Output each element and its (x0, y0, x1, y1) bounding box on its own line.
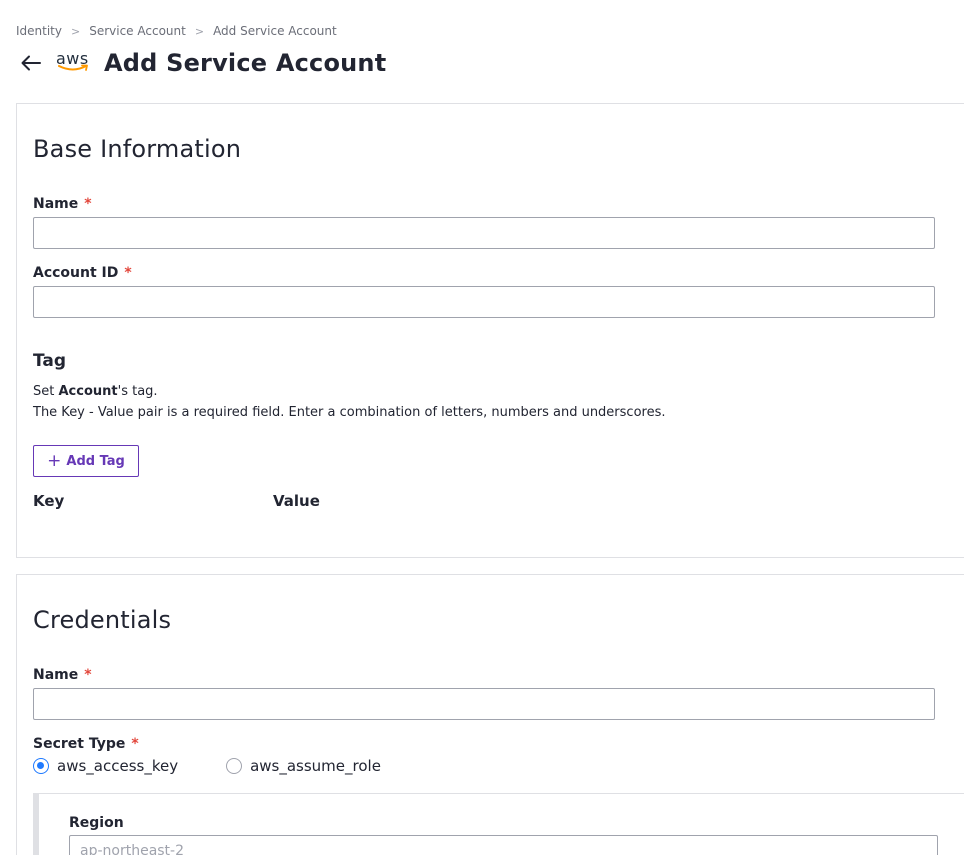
arrow-left-icon (21, 55, 41, 71)
back-button[interactable] (16, 48, 46, 78)
account-id-label-text: Account ID (33, 265, 119, 281)
required-mark: * (124, 265, 132, 281)
tag-desc-prefix: Set (33, 384, 59, 399)
region-input[interactable] (69, 835, 938, 855)
aws-smile-icon (58, 64, 88, 71)
name-label-text: Name (33, 196, 79, 212)
account-id-label: Account ID * (33, 265, 132, 281)
tag-description-line1: Set Account's tag. (33, 381, 666, 402)
secret-type-label: Secret Type * (33, 736, 139, 752)
radio-label-aws-assume-role: aws_assume_role (250, 757, 381, 775)
tag-description: Set Account's tag. The Key - Value pair … (33, 381, 666, 423)
tag-title: Tag (33, 351, 67, 371)
radio-aws-assume-role[interactable]: aws_assume_role (226, 757, 381, 775)
tag-column-value: Value (273, 492, 320, 510)
credential-name-label-text: Name (33, 667, 79, 683)
base-information-title: Base Information (33, 135, 242, 163)
tag-desc-suffix: 's tag. (117, 384, 158, 399)
breadcrumb-item-identity[interactable]: Identity (16, 24, 62, 38)
radio-label-aws-access-key: aws_access_key (57, 757, 179, 775)
account-id-input[interactable] (33, 286, 935, 318)
tag-desc-bold: Account (58, 384, 118, 399)
name-label: Name * (33, 196, 92, 212)
tag-column-key: Key (33, 492, 65, 510)
base-information-card: Base Information Name * Account ID * Tag S… (16, 103, 964, 558)
page-title: Add Service Account (104, 49, 387, 77)
region-label: Region (69, 815, 124, 831)
required-mark: * (84, 667, 92, 683)
required-mark: * (84, 196, 92, 212)
credentials-card: Credentials Name * Secret Type * aws_acces… (16, 574, 964, 855)
name-input[interactable] (33, 217, 935, 249)
credentials-title: Credentials (33, 606, 172, 634)
access-key-panel: Region (33, 793, 964, 855)
credential-name-label: Name * (33, 667, 92, 683)
radio-unchecked-icon[interactable] (226, 758, 243, 774)
radio-aws-access-key[interactable]: aws_access_key (33, 757, 178, 775)
add-tag-button[interactable]: + Add Tag (33, 445, 139, 477)
secret-type-radio-group: aws_access_key aws_assume_role (33, 757, 429, 775)
secret-type-label-text: Secret Type (33, 736, 126, 752)
plus-icon: + (47, 450, 62, 471)
breadcrumb-separator-icon: > (194, 24, 205, 38)
add-tag-label: Add Tag (66, 453, 125, 469)
breadcrumb-item-service-account[interactable]: Service Account (89, 24, 186, 38)
breadcrumb-separator-icon: > (71, 24, 81, 38)
tag-description-line2: The Key - Value pair is a required field… (33, 405, 666, 420)
breadcrumb: Identity > Service Account > Add Service… (16, 22, 337, 40)
breadcrumb-item-current: Add Service Account (213, 24, 337, 38)
radio-checked-icon[interactable] (33, 758, 49, 774)
page-header: aws Add Service Account (16, 46, 386, 80)
credential-name-input[interactable] (33, 688, 935, 720)
aws-logo: aws (56, 49, 92, 76)
required-mark: * (131, 736, 139, 752)
